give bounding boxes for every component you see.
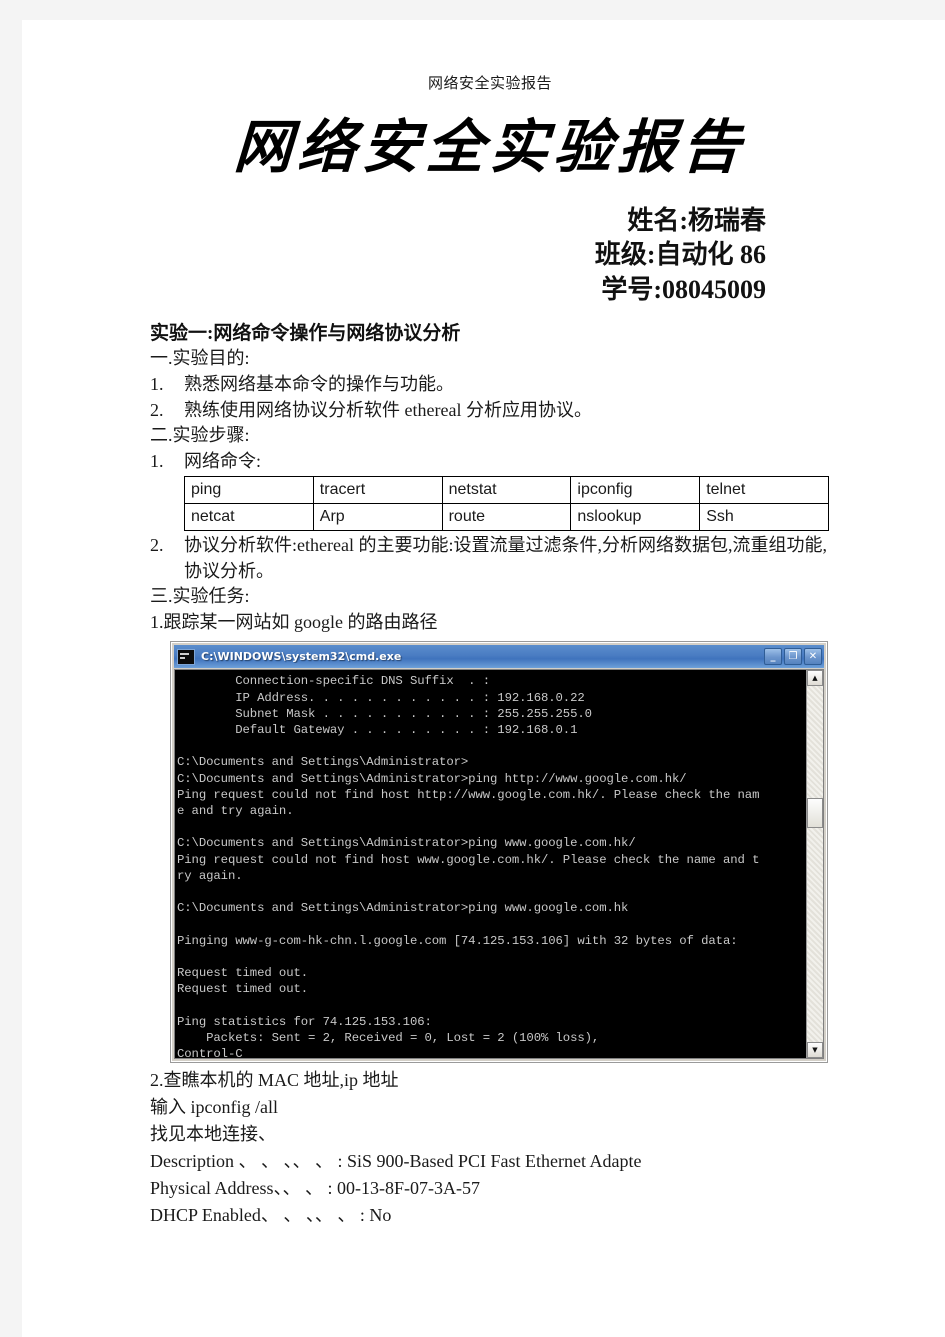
purpose-heading: 一.实验目的: (150, 348, 250, 369)
console-output[interactable]: Connection-specific DNS Suffix . : IP Ad… (175, 670, 806, 1059)
tail-line: 输入 ipconfig /all (150, 1097, 278, 1118)
document-content: 网络安全实验报告 网络安全实验报告 姓名:杨瑞春 班级:自动化 86 学号:08… (150, 72, 830, 1229)
table-row: ping tracert netstat ipconfig telnet (184, 476, 829, 505)
close-button[interactable]: ✕ (804, 648, 822, 666)
experiment-heading: 实验一:网络命令操作与网络协议分析 (150, 322, 461, 344)
table-cell: nslookup (570, 503, 701, 532)
student-class: 班级:自动化 86 (594, 240, 766, 270)
task-2-block: 2.查瞧本机的 MAC 地址,ip 地址 输入 ipconfig /all 找见… (150, 1067, 830, 1229)
task-1-text: 1.跟踪某一网站如 google 的路由路径 (150, 611, 438, 632)
student-id: 学号:08045009 (601, 274, 766, 304)
table-cell: tracert (312, 476, 443, 505)
table-cell: netcat (184, 503, 314, 532)
table-row: netcat Arp route nslookup Ssh (184, 503, 829, 532)
list-item: 2. 协议分析软件:ethereal 的主要功能:设置流量过滤条件,分析网络数据… (150, 533, 830, 584)
network-commands-table: ping tracert netstat ipconfig telnet net… (184, 476, 829, 532)
list-text: 熟练使用网络协议分析软件 ethereal 分析应用协议。 (184, 399, 592, 420)
scroll-up-icon[interactable]: ▲ (807, 670, 823, 687)
page-title: 网络安全实验报告 (232, 113, 748, 181)
tail-line: Physical Address、、 、 : 00-13-8F-07-3A-57 (150, 1178, 480, 1199)
table-cell: Ssh (699, 503, 829, 532)
list-marker: 2. (150, 535, 164, 556)
table-cell: route (441, 503, 572, 532)
tasks-heading: 三.实验任务: (150, 586, 250, 607)
list-item: 1. 熟悉网络基本命令的操作与功能。 (150, 372, 830, 398)
list-text: 协议分析软件:ethereal 的主要功能:设置流量过滤条件,分析网络数据包,流… (184, 535, 827, 581)
scrollbar-track[interactable] (807, 686, 823, 1042)
student-name: 姓名:杨瑞春 (627, 205, 766, 235)
table-cell: ipconfig (570, 476, 701, 505)
minimize-button[interactable]: _ (764, 648, 782, 666)
vertical-scrollbar[interactable]: ▲ ▼ (806, 670, 823, 1059)
console-icon (177, 648, 195, 665)
tail-line: Description 、 、 、、 、 : SiS 900-Based PCI… (150, 1151, 642, 1172)
steps-heading: 二.实验步骤: (150, 425, 250, 446)
list-marker: 1. (150, 450, 164, 471)
cmd-window-title: C:\WINDOWS\system32\cmd.exe (201, 650, 402, 664)
list-marker: 2. (150, 399, 164, 420)
cmd-window[interactable]: C:\WINDOWS\system32\cmd.exe _ ❐ ✕ Connec… (170, 641, 828, 1064)
cmd-titlebar[interactable]: C:\WINDOWS\system32\cmd.exe _ ❐ ✕ (174, 645, 824, 669)
document-page: 网络安全实验报告 网络安全实验报告 姓名:杨瑞春 班级:自动化 86 学号:08… (22, 20, 945, 1337)
table-cell: telnet (699, 476, 829, 505)
student-meta: 姓名:杨瑞春 班级:自动化 86 学号:08045009 (150, 204, 830, 307)
list-text: 网络命令: (184, 450, 262, 471)
list-marker: 1. (150, 374, 164, 395)
table-cell: Arp (312, 503, 443, 532)
scrollbar-thumb[interactable] (807, 798, 823, 829)
list-text: 熟悉网络基本命令的操作与功能。 (184, 374, 454, 395)
list-item: 1. 网络命令: (150, 449, 830, 475)
list-item: 2. 熟练使用网络协议分析软件 ethereal 分析应用协议。 (150, 398, 830, 424)
tail-line: 找见本地连接、 (150, 1124, 276, 1145)
task-2-text: 2.查瞧本机的 MAC 地址,ip 地址 (150, 1070, 399, 1091)
scroll-down-icon[interactable]: ▼ (807, 1042, 823, 1059)
table-cell: ping (184, 476, 314, 505)
running-head: 网络安全实验报告 (427, 74, 552, 92)
window-controls: _ ❐ ✕ (764, 648, 822, 666)
tail-line: DHCP Enabled、 、 、、 、 : No (150, 1205, 392, 1226)
table-cell: netstat (441, 476, 572, 505)
cmd-body: Connection-specific DNS Suffix . : IP Ad… (174, 669, 824, 1060)
maximize-button[interactable]: ❐ (784, 648, 802, 666)
